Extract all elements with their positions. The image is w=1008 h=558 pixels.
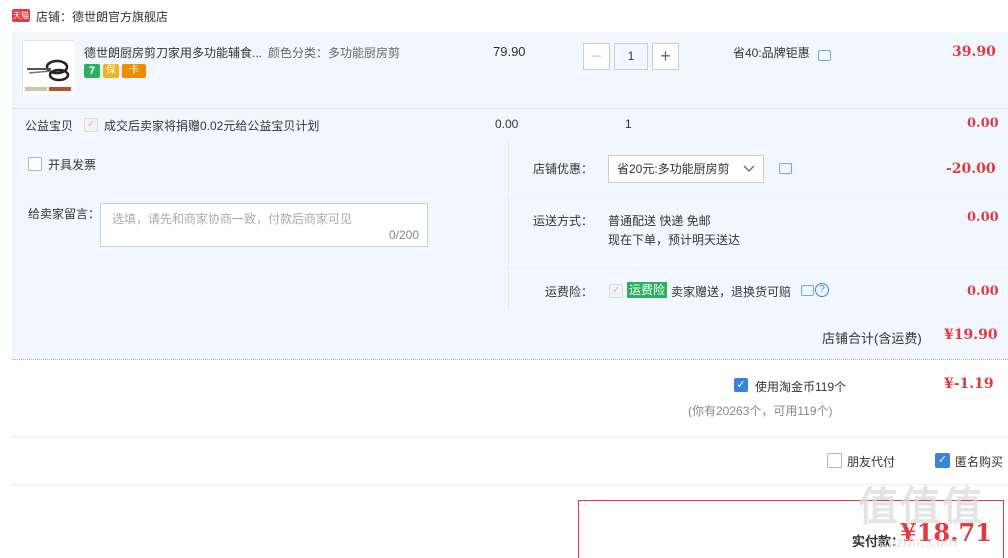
row-divider — [12, 108, 1008, 109]
shop-discount-value: 省20元:多功能厨房剪 — [617, 162, 730, 176]
panel-divider — [508, 264, 1008, 265]
shipping-method: 普通配送 快递 免邮 — [608, 214, 711, 228]
shop-bar: 天猫 店铺：德世朗官方旗舰店 — [0, 0, 1008, 32]
shipping-amount: 0.00 — [967, 210, 999, 225]
invoice-label: 开具发票 — [48, 158, 97, 172]
decrease-button[interactable]: − — [583, 43, 610, 70]
invoice-checkbox[interactable] — [28, 157, 42, 171]
watermark-site: smzdm.com — [876, 534, 957, 551]
item-sku: 颜色分类：多功能厨房剪 — [268, 46, 401, 60]
item-promo: 省40:品牌钜惠 — [733, 46, 810, 60]
seller-message-input[interactable]: 选填，请先和商家协商一致，付款后商家可见 0/200 — [100, 203, 428, 247]
message-counter: 0/200 — [388, 228, 419, 242]
coins-note: (你有20263个，可用119个) — [688, 404, 833, 418]
tmall-logo: 天猫 — [12, 9, 30, 22]
charity-checkbox: ✓ — [84, 118, 98, 132]
comment-icon[interactable] — [818, 50, 831, 61]
card-payment-icon: 卡 — [122, 64, 146, 78]
coins-label: 使用淘金币119个 — [755, 380, 847, 394]
insurance-amount: 0.00 — [967, 284, 999, 299]
message-placeholder: 选填，请先和商家协商一致，付款后商家可见 — [112, 212, 353, 226]
anonymous-label: 匿名购买 — [955, 455, 1004, 469]
guarantee-icon: 保 — [103, 64, 119, 78]
chevron-down-icon — [743, 165, 755, 172]
shop-total-amount: ¥19.90 — [944, 327, 998, 343]
coins-amount: ¥-1.19 — [944, 376, 994, 392]
shipping-eta: 现在下单，预计明天送达 — [608, 233, 741, 247]
item-price: 79.90 — [493, 44, 526, 59]
shop-discount-amount: -20.00 — [946, 161, 996, 177]
seven-day-return-icon: 7 — [84, 64, 100, 78]
quantity-stepper: − 1 + — [583, 43, 679, 70]
panel-divider — [508, 193, 1008, 194]
insurance-tag: 运费险 — [627, 282, 668, 298]
increase-button[interactable]: + — [652, 43, 679, 70]
insurance-label: 运费险： — [545, 285, 594, 299]
charity-qty: 1 — [625, 117, 632, 131]
shop-name[interactable]: 店铺：德世朗官方旗舰店 — [36, 8, 168, 25]
charity-text: 成交后卖家将捐赠0.02元给公益宝贝计划 — [104, 119, 320, 133]
divider — [12, 436, 1008, 437]
insurance-checkbox: ✓ — [609, 284, 623, 298]
comment-icon[interactable] — [779, 163, 792, 174]
shipping-label: 运送方式： — [533, 214, 594, 228]
watermark-logo: 值值值 — [858, 485, 984, 529]
insurance-text: 卖家赠送，退换货可赔 — [671, 285, 792, 299]
charity-label: 公益宝贝 — [25, 119, 74, 133]
coins-checkbox[interactable]: ✓ — [734, 378, 748, 392]
charity-price: 0.00 — [495, 117, 519, 131]
help-icon[interactable]: ? — [815, 283, 829, 297]
item-subtotal: 39.90 — [952, 44, 996, 60]
item-title[interactable]: 德世朗厨房剪刀家用多功能辅食... — [84, 44, 262, 61]
quantity-input[interactable]: 1 — [614, 43, 648, 70]
product-thumbnail[interactable] — [22, 40, 75, 95]
charity-amount: 0.00 — [967, 116, 999, 131]
shop-discount-select[interactable]: 省20元:多功能厨房剪 — [608, 155, 764, 183]
comment-icon[interactable] — [801, 285, 814, 296]
friend-pay-checkbox[interactable] — [827, 453, 842, 468]
friend-pay-label: 朋友代付 — [847, 455, 896, 469]
shop-total-label: 店铺合计(含运费) — [822, 331, 922, 346]
message-label: 给卖家留言： — [28, 207, 101, 221]
shop-discount-label: 店铺优惠： — [533, 162, 594, 176]
anonymous-checkbox[interactable]: ✓ — [935, 453, 950, 468]
